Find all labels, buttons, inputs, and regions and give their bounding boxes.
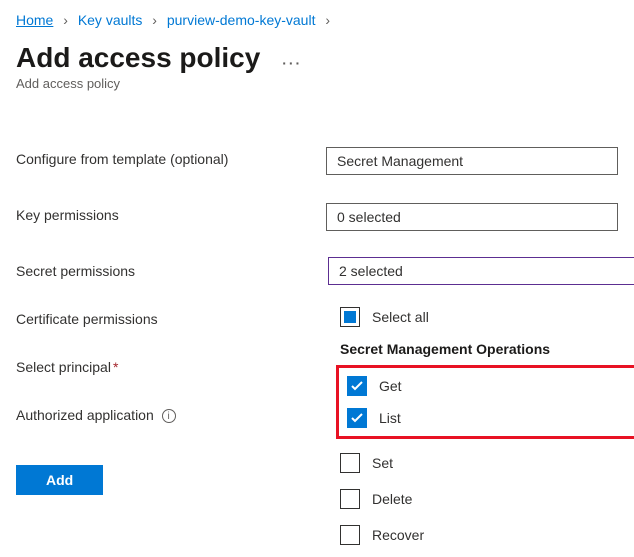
certificate-permissions-label: Certificate permissions <box>16 307 326 327</box>
key-permissions-label: Key permissions <box>16 203 326 223</box>
checkbox-empty-icon <box>340 453 360 473</box>
permission-option-set[interactable]: Set <box>328 445 634 481</box>
checkbox-empty-icon <box>340 525 360 545</box>
checkbox-partial-icon <box>340 307 360 327</box>
authorized-application-label: Authorized application i <box>16 403 326 423</box>
permission-option-delete[interactable]: Delete <box>328 481 634 517</box>
option-label: Delete <box>372 491 412 507</box>
add-button[interactable]: Add <box>16 465 103 495</box>
breadcrumb-home[interactable]: Home <box>16 12 53 28</box>
checkbox-checked-icon <box>347 376 367 396</box>
select-all-label: Select all <box>372 309 429 325</box>
option-label: List <box>379 410 401 426</box>
page-subtitle: Add access policy <box>16 76 618 91</box>
secret-permissions-label: Secret permissions <box>16 259 326 279</box>
select-all-option[interactable]: Select all <box>328 299 634 335</box>
chevron-right-icon: › <box>63 12 68 28</box>
highlight-annotation: Get List <box>336 365 634 439</box>
secret-permissions-select[interactable]: 2 selected <box>328 257 634 285</box>
page-title: Add access policy <box>16 42 260 74</box>
secret-permissions-dropdown: 2 selected Select all Secret Management … <box>328 257 634 553</box>
permission-option-list[interactable]: List <box>343 402 634 434</box>
permission-option-get[interactable]: Get <box>343 370 634 402</box>
more-actions-button[interactable]: ··· <box>282 55 302 71</box>
chevron-right-icon: › <box>152 12 157 28</box>
key-permissions-select[interactable]: 0 selected <box>326 203 618 231</box>
chevron-right-icon: › <box>325 12 330 28</box>
select-principal-label: Select principal* <box>16 355 326 375</box>
info-icon[interactable]: i <box>162 409 176 423</box>
breadcrumb-vaultname[interactable]: purview-demo-key-vault <box>167 12 316 28</box>
permission-group-header: Secret Management Operations <box>328 335 634 365</box>
option-label: Get <box>379 378 402 394</box>
template-select[interactable]: Secret Management <box>326 147 618 175</box>
option-label: Recover <box>372 527 424 543</box>
breadcrumb-keyvaults[interactable]: Key vaults <box>78 12 143 28</box>
breadcrumb: Home › Key vaults › purview-demo-key-vau… <box>16 12 618 28</box>
option-label: Set <box>372 455 393 471</box>
checkbox-empty-icon <box>340 489 360 509</box>
template-label: Configure from template (optional) <box>16 147 326 167</box>
required-indicator: * <box>113 359 118 375</box>
permission-option-recover[interactable]: Recover <box>328 517 634 553</box>
checkbox-checked-icon <box>347 408 367 428</box>
